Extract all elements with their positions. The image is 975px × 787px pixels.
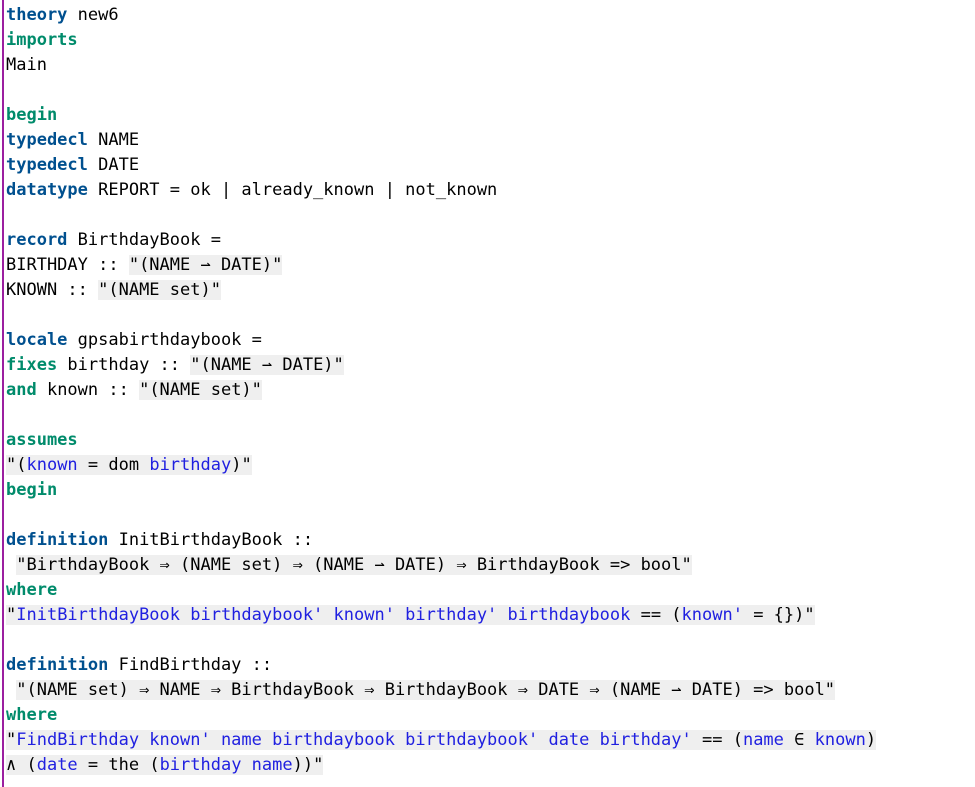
code-line[interactable] bbox=[6, 503, 876, 528]
code-line[interactable]: definition FindBirthday :: bbox=[6, 653, 876, 678]
code-line[interactable]: KNOWN :: "(NAME set)" bbox=[6, 278, 876, 303]
code-token: "BirthdayBook ⇒ (NAME set) ⇒ (NAME ⇀ DAT… bbox=[16, 555, 692, 575]
gutter-accent-line bbox=[2, 0, 4, 787]
code-token: assumes bbox=[6, 430, 78, 450]
code-line[interactable]: theory new6 bbox=[6, 3, 876, 28]
code-line[interactable]: "(NAME set) ⇒ NAME ⇒ BirthdayBook ⇒ Birt… bbox=[6, 678, 876, 703]
code-line[interactable] bbox=[6, 303, 876, 328]
code-token: Main bbox=[6, 55, 47, 75]
code-token: datatype bbox=[6, 180, 88, 200]
code-token: REPORT = ok | already_known | not_known bbox=[87, 180, 498, 200]
code-line[interactable]: imports bbox=[6, 28, 876, 53]
code-token: BirthdayBook = bbox=[67, 230, 221, 250]
code-token: locale bbox=[6, 330, 68, 350]
code-token: definition bbox=[6, 530, 109, 550]
code-line[interactable]: locale gpsabirthdaybook = bbox=[6, 328, 876, 353]
code-line[interactable]: typedecl NAME bbox=[6, 128, 876, 153]
code-token: == ( bbox=[691, 730, 743, 750]
code-token: " bbox=[6, 605, 17, 625]
code-token: KNOWN :: bbox=[6, 280, 99, 300]
code-line[interactable]: ∧ (date = the (birthday name))" bbox=[6, 753, 876, 778]
code-token: new6 bbox=[67, 5, 119, 25]
code-token: where bbox=[6, 705, 58, 725]
code-token: name bbox=[742, 730, 784, 750]
code-token: NAME bbox=[87, 130, 140, 150]
code-token: "(NAME ⇀ DATE)" bbox=[190, 355, 344, 375]
code-token: == ( bbox=[630, 605, 682, 625]
code-line[interactable]: "InitBirthdayBook birthdaybook' known' b… bbox=[6, 603, 876, 628]
code-line[interactable]: assumes bbox=[6, 428, 876, 453]
code-line[interactable]: definition InitBirthdayBook :: bbox=[6, 528, 876, 553]
code-line[interactable]: record BirthdayBook = bbox=[6, 228, 876, 253]
code-token: birthday :: bbox=[57, 355, 191, 375]
code-token: FindBirthday known' name birthdaybook bi… bbox=[16, 730, 692, 750]
code-token: fixes bbox=[6, 355, 58, 375]
code-token: "(NAME ⇀ DATE)" bbox=[128, 255, 283, 275]
code-line[interactable]: and known :: "(NAME set)" bbox=[6, 378, 876, 403]
code-token: typedecl bbox=[6, 130, 88, 150]
code-token: = the ( bbox=[77, 755, 160, 775]
code-token: date bbox=[36, 755, 78, 775]
code-token: imports bbox=[6, 30, 78, 50]
code-token: )" bbox=[231, 455, 252, 475]
code-token: where bbox=[6, 580, 58, 600]
code-line[interactable] bbox=[6, 203, 876, 228]
theory-source-text[interactable]: theory new6 imports Main begin typedecl NAME… bbox=[6, 3, 877, 778]
code-token: birthday name bbox=[159, 755, 293, 775]
code-token: ∈ bbox=[783, 730, 815, 750]
code-token: "(NAME set)" bbox=[98, 280, 221, 300]
code-line[interactable]: where bbox=[6, 703, 876, 728]
code-token: ) bbox=[865, 730, 877, 750]
code-token: begin bbox=[6, 480, 58, 500]
code-token: known :: bbox=[36, 380, 140, 400]
code-token: known bbox=[814, 730, 866, 750]
code-token: typedecl bbox=[6, 155, 88, 175]
code-token: gpsabirthdaybook = bbox=[67, 330, 262, 350]
code-line[interactable]: datatype REPORT = ok | already_known | n… bbox=[6, 178, 876, 203]
code-token: " bbox=[6, 730, 17, 750]
code-editor[interactable]: theory new6 imports Main begin typedecl NAME… bbox=[0, 0, 975, 787]
code-token: BIRTHDAY :: bbox=[6, 255, 129, 275]
code-token: known' bbox=[681, 605, 743, 625]
code-token: and bbox=[6, 380, 37, 400]
code-token: ∧ ( bbox=[6, 755, 37, 775]
code-line[interactable] bbox=[6, 403, 876, 428]
code-token: theory bbox=[6, 5, 68, 25]
code-token: record bbox=[6, 230, 68, 250]
code-token: "(NAME set) ⇒ NAME ⇒ BirthdayBook ⇒ Birt… bbox=[16, 680, 836, 700]
code-token: DATE bbox=[87, 155, 140, 175]
code-token: begin bbox=[6, 105, 58, 125]
code-token: ))" bbox=[292, 755, 324, 775]
code-line[interactable]: where bbox=[6, 578, 876, 603]
code-line[interactable] bbox=[6, 78, 876, 103]
code-line[interactable] bbox=[6, 628, 876, 653]
code-token: birthday bbox=[149, 455, 232, 475]
code-token: "(NAME set)" bbox=[139, 380, 262, 400]
code-token: InitBirthdayBook birthdaybook' known' bi… bbox=[16, 605, 631, 625]
code-line[interactable]: fixes birthday :: "(NAME ⇀ DATE)" bbox=[6, 353, 876, 378]
code-line[interactable]: BIRTHDAY :: "(NAME ⇀ DATE)" bbox=[6, 253, 876, 278]
code-token: InitBirthdayBook :: bbox=[108, 530, 314, 550]
code-token: = dom bbox=[77, 455, 150, 475]
code-token: = {})" bbox=[742, 605, 815, 625]
code-line[interactable]: "BirthdayBook ⇒ (NAME set) ⇒ (NAME ⇀ DAT… bbox=[6, 553, 876, 578]
code-line[interactable]: Main bbox=[6, 53, 876, 78]
code-line[interactable]: "FindBirthday known' name birthdaybook b… bbox=[6, 728, 877, 753]
code-line[interactable]: begin bbox=[6, 103, 876, 128]
code-line[interactable]: typedecl DATE bbox=[6, 153, 876, 178]
code-line[interactable]: begin bbox=[6, 478, 876, 503]
code-token: definition bbox=[6, 655, 109, 675]
code-token: "( bbox=[6, 455, 27, 475]
code-token: known bbox=[26, 455, 78, 475]
code-line[interactable]: "(known = dom birthday)" bbox=[6, 453, 876, 478]
code-token: FindBirthday :: bbox=[108, 655, 273, 675]
